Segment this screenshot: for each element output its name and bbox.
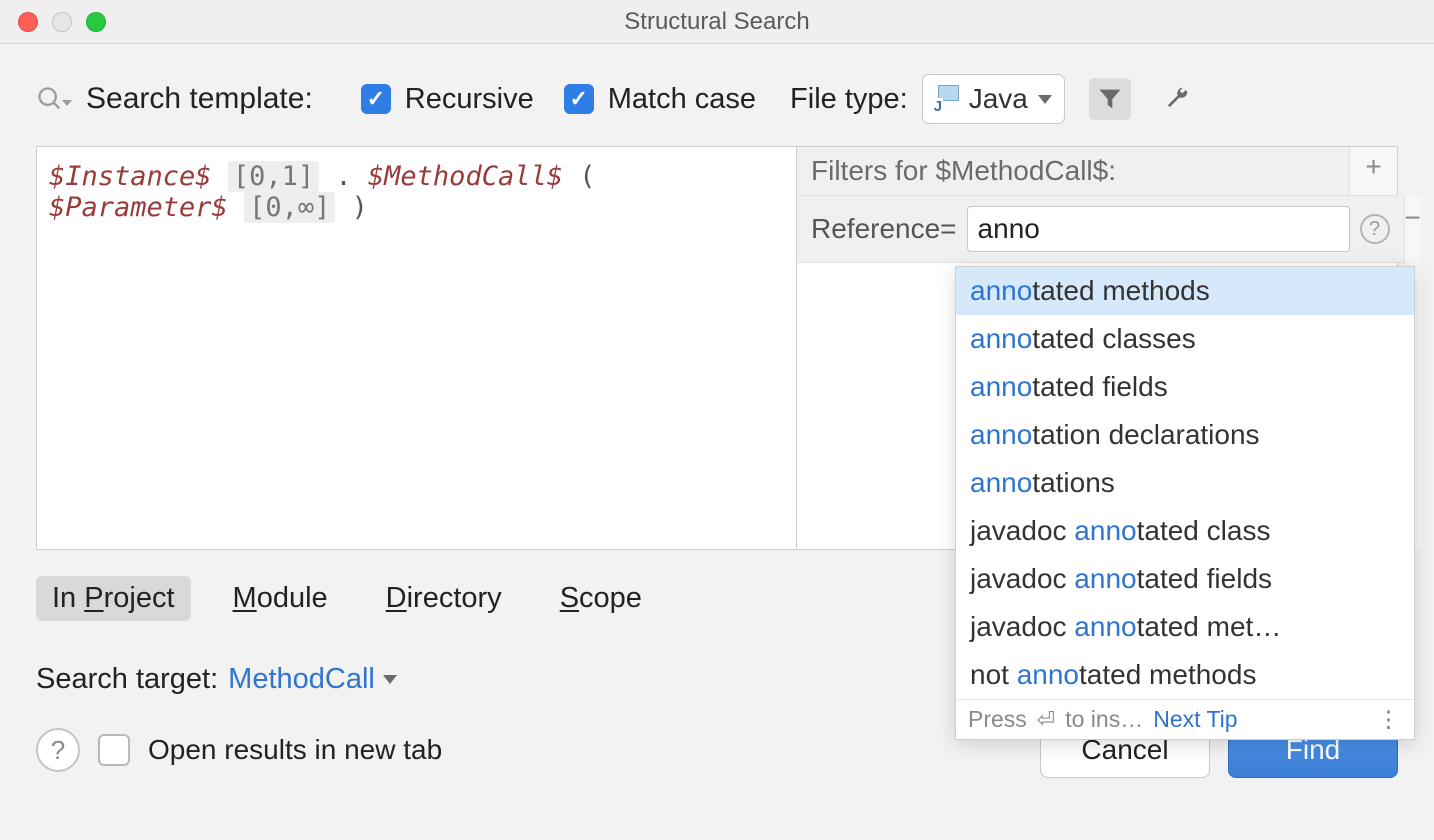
autocomplete-item[interactable]: annotated fields <box>956 363 1414 411</box>
reference-help-icon[interactable]: ? <box>1360 214 1390 244</box>
search-target-label: Search target: <box>36 663 218 696</box>
tab-directory[interactable]: Directory <box>370 576 518 621</box>
search-target-select[interactable]: MethodCall <box>228 663 397 696</box>
filter-icon[interactable] <box>1089 78 1131 120</box>
autocomplete-item[interactable]: javadoc annotated class <box>956 507 1414 555</box>
matchcase-label: Match case <box>608 83 756 116</box>
more-actions-icon[interactable]: ⋮ <box>1377 706 1402 733</box>
open-in-new-tab-checkbox[interactable] <box>98 734 130 766</box>
close-paren: ) <box>352 192 368 223</box>
open-paren: ( <box>579 161 595 192</box>
java-file-icon <box>935 85 959 113</box>
var-parameter: $Parameter$ <box>49 192 228 223</box>
search-icon <box>36 84 72 115</box>
file-type-select[interactable]: Java <box>922 74 1065 124</box>
window-title: Structural Search <box>0 8 1434 36</box>
recursive-checkbox[interactable]: ✓ <box>361 84 391 114</box>
main-area: $Instance$ [0,1] . $MethodCall$ ( $Param… <box>36 146 1398 550</box>
search-target-value: MethodCall <box>228 663 375 696</box>
footer-hint-ins: to ins… <box>1065 706 1143 733</box>
var-instance: $Instance$ <box>49 161 212 192</box>
tab-scope[interactable]: Scope <box>544 576 658 621</box>
file-type-value: Java <box>969 83 1028 115</box>
autocomplete-item[interactable]: annotated classes <box>956 315 1414 363</box>
autocomplete-item[interactable]: annotations <box>956 459 1414 507</box>
file-type-label: File type: <box>790 83 908 116</box>
dot: . <box>335 161 351 192</box>
template-options-row: Search template: ✓ Recursive ✓ Match cas… <box>36 74 1398 124</box>
titlebar: Structural Search <box>0 0 1434 44</box>
tab-in-project[interactable]: In Project <box>36 576 191 621</box>
instance-count: [0,1] <box>228 161 319 192</box>
search-template-label: Search template: <box>86 82 313 116</box>
autocomplete-item[interactable]: not annotated methods <box>956 651 1414 699</box>
template-editor[interactable]: $Instance$ [0,1] . $MethodCall$ ( $Param… <box>37 147 797 549</box>
reference-input[interactable] <box>967 206 1350 252</box>
tab-module[interactable]: Module <box>217 576 344 621</box>
open-in-new-tab-label: Open results in new tab <box>148 734 442 766</box>
reference-label: Reference= <box>811 213 957 245</box>
autocomplete-item[interactable]: javadoc annotated fields <box>956 555 1414 603</box>
autocomplete-footer: Press ⏎ to ins… Next Tip ⋮ <box>956 699 1414 739</box>
reference-filter-row: Reference= ? <box>797 196 1404 263</box>
parameter-count: [0,∞] <box>244 192 335 223</box>
next-tip-link[interactable]: Next Tip <box>1153 706 1237 733</box>
footer-hint-press: Press <box>968 706 1027 733</box>
filters-panel: Filters for $MethodCall$: + Reference= ?… <box>797 147 1397 549</box>
enter-key-icon: ⏎ <box>1037 707 1055 733</box>
help-button[interactable]: ? <box>36 728 80 772</box>
autocomplete-popup: annotated methodsannotated classesannota… <box>955 266 1415 740</box>
autocomplete-item[interactable]: annotated methods <box>956 267 1414 315</box>
var-methodcall: $MethodCall$ <box>368 161 563 192</box>
autocomplete-item[interactable]: annotation declarations <box>956 411 1414 459</box>
filters-header-label: Filters for $MethodCall$: <box>811 155 1116 187</box>
matchcase-checkbox[interactable]: ✓ <box>564 84 594 114</box>
wrench-icon[interactable] <box>1155 78 1197 120</box>
chevron-down-icon <box>1038 95 1052 104</box>
remove-filter-button[interactable]: − <box>1405 202 1421 234</box>
autocomplete-item[interactable]: javadoc annotated met… <box>956 603 1414 651</box>
recursive-label: Recursive <box>405 83 534 116</box>
chevron-down-icon <box>383 675 397 684</box>
add-filter-button[interactable]: + <box>1365 151 1381 183</box>
